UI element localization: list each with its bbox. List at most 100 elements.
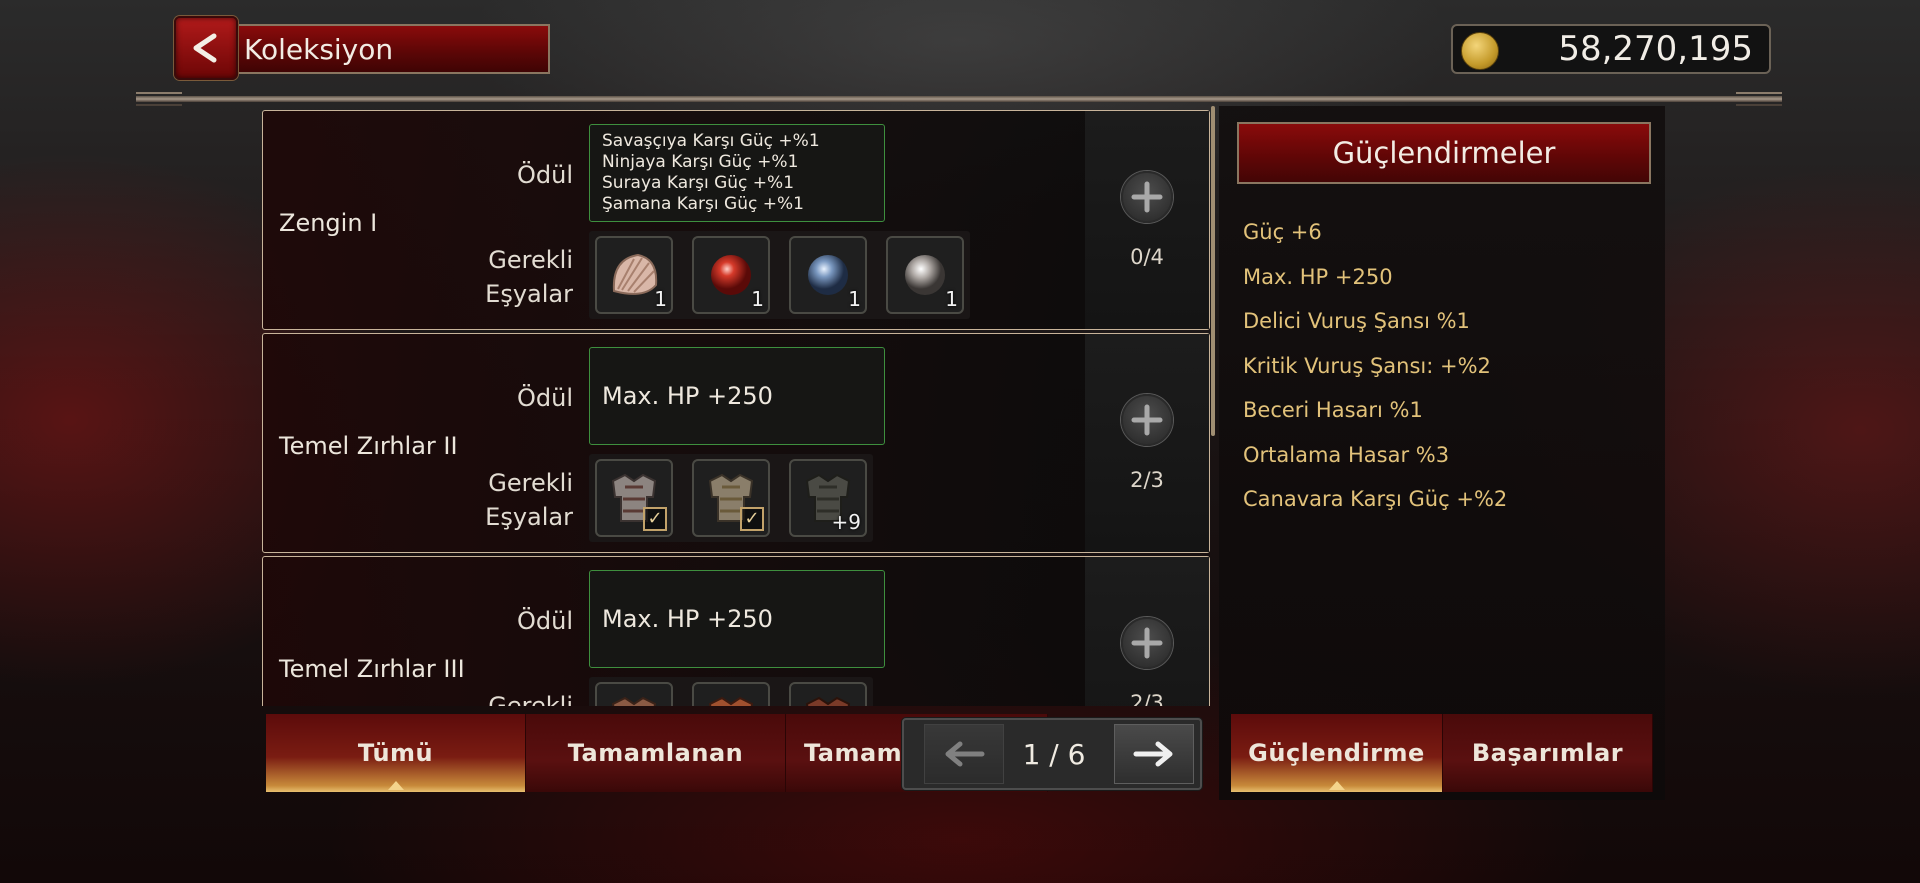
active-tab-indicator: [387, 781, 404, 790]
add-button[interactable]: [1121, 394, 1173, 446]
plus-icon: [1131, 627, 1163, 659]
add-button[interactable]: [1121, 617, 1173, 669]
page-indicator: 1 / 6: [1022, 738, 1086, 771]
item-slot[interactable]: [789, 682, 867, 706]
divider-ornament-right: [1736, 92, 1782, 106]
item-count: 1: [654, 287, 667, 311]
required-items-row: ✓ ✓ +9: [589, 454, 873, 542]
gold-amount: 58,270,195: [1558, 29, 1753, 69]
item-slot[interactable]: 1: [789, 236, 867, 314]
collection-progress: 0/4: [1130, 245, 1164, 269]
reward-label: Ödül: [516, 607, 573, 635]
collection-progress: 2/3: [1130, 468, 1164, 492]
back-arrow-icon: [193, 33, 217, 63]
required-label-line: Gerekli: [488, 246, 573, 274]
item-slot[interactable]: [595, 682, 673, 706]
reward-line: Ninjaya Karşı Güç +%1: [602, 152, 799, 172]
item-count: 1: [945, 287, 958, 311]
list-scrollbar[interactable]: [1211, 106, 1215, 436]
required-label-line: Eşyalar: [485, 503, 573, 531]
collection-name: Temel Zırhlar II: [279, 432, 458, 460]
collection-card[interactable]: Temel Zırhlar III Ödül Max. HP +250 Gere…: [262, 556, 1210, 706]
item-count: 1: [848, 287, 861, 311]
buffs-panel: Güçlendirmeler Güç +6 Max. HP +250 Delic…: [1219, 106, 1665, 800]
back-button[interactable]: [174, 16, 238, 80]
collection-name: Temel Zırhlar III: [279, 655, 465, 683]
buffs-list: Güç +6 Max. HP +250 Delici Vuruş Şansı %…: [1243, 210, 1507, 522]
required-items-row: [589, 677, 873, 706]
next-page-button[interactable]: [1114, 724, 1194, 784]
plus-icon: [1131, 404, 1163, 436]
plus-icon: [1131, 181, 1163, 213]
red-pearl-icon: [711, 255, 751, 295]
tab-completed[interactable]: Tamamlanan: [526, 714, 786, 792]
add-button[interactable]: [1121, 171, 1173, 223]
tab-label: Güçlendirme: [1248, 739, 1425, 767]
buff-item: Beceri Hasarı %1: [1243, 398, 1423, 422]
reward-label: Ödül: [516, 161, 573, 189]
tab-buff[interactable]: Güçlendirme: [1231, 714, 1443, 792]
tab-label: Tümü: [357, 739, 434, 767]
required-label-line: Gerekli: [488, 692, 573, 706]
card-action-column: 2/3: [1085, 334, 1209, 552]
required-label-line: Eşyalar: [485, 280, 573, 308]
item-slot[interactable]: ✓: [595, 459, 673, 537]
item-slot[interactable]: 1: [595, 236, 673, 314]
required-items-label: Gerekli Eşyalar: [483, 243, 573, 311]
tab-label: Tamamlanan: [567, 739, 744, 767]
divider-ornament-left: [136, 92, 182, 106]
prev-page-button[interactable]: [924, 724, 1004, 784]
item-slot[interactable]: [692, 682, 770, 706]
card-action-column: 0/4: [1085, 111, 1209, 329]
collection-card[interactable]: Temel Zırhlar II Ödül Max. HP +250 Gerek…: [262, 333, 1210, 553]
gold-counter: 58,270,195: [1451, 24, 1771, 74]
header-divider: [136, 96, 1782, 102]
reward-box: Max. HP +250: [589, 570, 885, 668]
white-pearl-icon: [905, 255, 945, 295]
gold-coin-icon: [1461, 32, 1499, 70]
reward-line: Suraya Karşı Güç +%1: [602, 173, 795, 193]
title-plate: Koleksiyon: [174, 16, 552, 80]
armor-icon: [611, 696, 657, 706]
reward-box: Savaşçıya Karşı Güç +%1 Ninjaya Karşı Gü…: [589, 124, 885, 222]
active-tab-indicator: [1328, 781, 1345, 790]
item-slot[interactable]: ✓: [692, 459, 770, 537]
blue-pearl-icon: [808, 255, 848, 295]
page-title: Koleksiyon: [232, 24, 550, 74]
buff-item: Ortalama Hasar %3: [1243, 442, 1450, 467]
item-enhance-level: +9: [831, 510, 861, 534]
required-items-label: Gerekli: [483, 689, 573, 706]
collection-card[interactable]: Zengin I Ödül Savaşçıya Karşı Güç +%1 Ni…: [262, 110, 1210, 330]
buff-item: Max. HP +250: [1243, 264, 1393, 289]
buff-item: Kritik Vuruş Şansı: +%2: [1243, 353, 1491, 378]
collection-progress: 2/3: [1130, 691, 1164, 706]
arrow-right-icon: [1133, 741, 1173, 767]
buff-item: Canavara Karşı Güç +%2: [1243, 487, 1508, 511]
item-slot[interactable]: 1: [886, 236, 964, 314]
right-panel-tabs: Güçlendirme Başarımlar: [1231, 714, 1653, 792]
required-items-row: 1 1 1 1: [589, 231, 970, 319]
reward-line: Savaşçıya Karşı Güç +%1: [602, 131, 820, 151]
arrow-left-icon: [945, 741, 985, 767]
card-action-column: 2/3: [1085, 557, 1209, 706]
reward-box: Max. HP +250: [589, 347, 885, 445]
buff-item: Güç +6: [1243, 220, 1322, 244]
item-slot[interactable]: 1: [692, 236, 770, 314]
item-count: 1: [751, 287, 764, 311]
required-items-label: Gerekli Eşyalar: [483, 466, 573, 534]
collected-check-icon: ✓: [740, 507, 764, 531]
armor-icon: [805, 696, 851, 706]
buff-item: Delici Vuruş Şansı %1: [1243, 309, 1470, 333]
collection-list[interactable]: Zengin I Ödül Savaşçıya Karşı Güç +%1 Ni…: [258, 106, 1214, 706]
tab-all[interactable]: Tümü: [266, 714, 526, 792]
item-slot[interactable]: +9: [789, 459, 867, 537]
collection-name: Zengin I: [279, 209, 378, 237]
reward-label: Ödül: [516, 384, 573, 412]
pagination: 1 / 6: [902, 718, 1202, 790]
collected-check-icon: ✓: [643, 507, 667, 531]
reward-line: Şamana Karşı Güç +%1: [602, 194, 804, 214]
tab-label: Başarımlar: [1471, 739, 1624, 767]
required-label-line: Gerekli: [488, 469, 573, 497]
armor-icon: [708, 696, 754, 706]
tab-achievements[interactable]: Başarımlar: [1443, 714, 1653, 792]
